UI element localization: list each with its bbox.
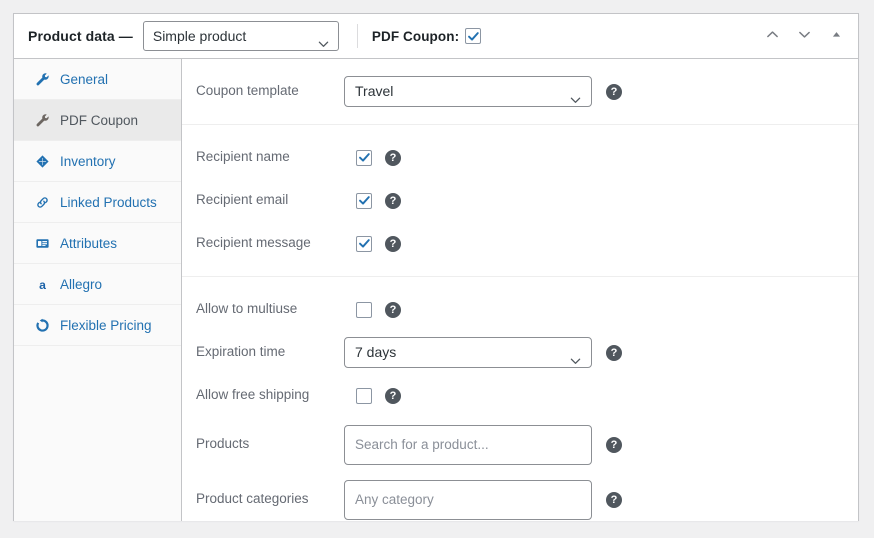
product-data-panel: Product data — Simple product PDF Coupon… (13, 13, 859, 521)
field-expiration-time: Expiration time 7 days ? (182, 331, 858, 374)
chevron-down-icon (797, 27, 812, 45)
chevron-down-icon (570, 86, 581, 103)
product-type-value: Simple product (152, 28, 247, 44)
pdf-coupon-label: PDF Coupon: (371, 28, 460, 44)
sidebar-item-label: PDF Coupon (60, 112, 139, 128)
coupon-template-select[interactable]: Travel (344, 76, 592, 107)
field-group-template: Coupon template Travel ? (182, 59, 858, 124)
link-icon (34, 194, 51, 211)
field-recipient-message: Recipient message ? (182, 222, 858, 265)
refresh-circle-icon (34, 317, 51, 334)
product-data-tabs: General PDF Coupon Inventory Linked Prod… (14, 59, 182, 521)
field-label: Recipient email (196, 192, 289, 208)
pdf-coupon-panel: Coupon template Travel ? Recipient name … (182, 59, 858, 521)
attributes-icon (34, 235, 51, 252)
svg-text:a: a (39, 277, 46, 291)
field-label: Recipient message (196, 235, 311, 251)
header-divider (356, 24, 358, 48)
field-coupon-template: Coupon template Travel ? (182, 70, 858, 113)
toggle-panel-button[interactable] (826, 26, 846, 46)
wrench-icon (34, 112, 51, 129)
triangle-up-icon (830, 28, 843, 44)
expiration-time-select[interactable]: 7 days (344, 337, 592, 368)
field-group-recipient: Recipient name ? Recipient email ? Recip… (182, 124, 858, 276)
product-categories-placeholder: Any category (355, 492, 434, 507)
field-label: Coupon template (196, 83, 299, 99)
coupon-template-value: Travel (355, 83, 394, 99)
field-label: Products (196, 436, 250, 452)
product-type-select[interactable]: Simple product (142, 21, 339, 51)
field-products: Products Search for a product... ? (182, 417, 858, 472)
pdf-coupon-checkbox[interactable] (465, 28, 482, 44)
sidebar-item-general[interactable]: General (14, 59, 181, 100)
recipient-email-checkbox[interactable] (356, 192, 372, 209)
help-tip-recipient-email[interactable]: ? (385, 192, 401, 209)
field-product-categories: Product categories Any category ? (182, 472, 858, 527)
help-tip-expiration-time[interactable]: ? (606, 344, 622, 361)
sidebar-item-label: General (60, 71, 109, 87)
move-down-button[interactable] (794, 26, 814, 46)
sidebar-item-label: Attributes (60, 235, 118, 251)
page-title: Product data — (28, 28, 133, 44)
recipient-message-checkbox[interactable] (356, 235, 372, 252)
sidebar-item-label: Linked Products (60, 194, 157, 210)
field-label: Recipient name (196, 149, 290, 165)
field-label: Expiration time (196, 344, 286, 360)
pdf-coupon-toggle[interactable]: PDF Coupon: (371, 28, 482, 44)
field-allow-multiuse: Allow to multiuse ? (182, 288, 858, 331)
sidebar-item-attributes[interactable]: Attributes (14, 223, 181, 264)
product-data-header: Product data — Simple product PDF Coupon… (14, 14, 858, 59)
products-placeholder: Search for a product... (355, 437, 489, 452)
sidebar-item-flexible-pricing[interactable]: Flexible Pricing (14, 305, 181, 346)
sidebar-item-inventory[interactable]: Inventory (14, 141, 181, 182)
field-allow-free-shipping: Allow free shipping ? (182, 374, 858, 417)
product-data-body: General PDF Coupon Inventory Linked Prod… (14, 59, 858, 521)
wrench-icon (34, 71, 51, 88)
help-tip-allow-free-shipping[interactable]: ? (385, 387, 401, 404)
sidebar-item-label: Allegro (60, 276, 103, 292)
field-group-usage: Allow to multiuse ? Expiration time 7 da… (182, 276, 858, 538)
field-recipient-name: Recipient name ? (182, 136, 858, 179)
sidebar-item-linked-products[interactable]: Linked Products (14, 182, 181, 223)
header-actions (762, 26, 846, 46)
recipient-name-checkbox[interactable] (356, 149, 372, 166)
allow-multiuse-checkbox[interactable] (356, 301, 372, 318)
help-tip-allow-multiuse[interactable]: ? (385, 301, 401, 318)
field-label: Allow free shipping (196, 387, 310, 403)
chevron-down-icon (570, 347, 581, 364)
allow-free-shipping-checkbox[interactable] (356, 387, 372, 404)
allegro-a-icon: a (34, 276, 51, 293)
chevron-down-icon (318, 31, 329, 47)
help-tip-products[interactable]: ? (606, 436, 622, 453)
sidebar-item-pdf-coupon[interactable]: PDF Coupon (14, 100, 181, 141)
box-icon (34, 153, 51, 170)
product-categories-search-input[interactable]: Any category (344, 479, 592, 520)
sidebar-item-label: Inventory (60, 153, 116, 169)
sidebar-item-label: Flexible Pricing (60, 317, 152, 333)
help-tip-recipient-message[interactable]: ? (385, 235, 401, 252)
sidebar-item-allegro[interactable]: a Allegro (14, 264, 181, 305)
help-tip-product-categories[interactable]: ? (606, 491, 622, 508)
field-label: Allow to multiuse (196, 301, 298, 317)
products-search-input[interactable]: Search for a product... (344, 424, 592, 465)
help-tip-coupon-template[interactable]: ? (606, 83, 622, 100)
move-up-button[interactable] (762, 26, 782, 46)
help-tip-recipient-name[interactable]: ? (385, 149, 401, 166)
chevron-up-icon (765, 27, 780, 45)
expiration-time-value: 7 days (355, 344, 397, 360)
field-recipient-email: Recipient email ? (182, 179, 858, 222)
field-label: Product categories (196, 491, 309, 507)
